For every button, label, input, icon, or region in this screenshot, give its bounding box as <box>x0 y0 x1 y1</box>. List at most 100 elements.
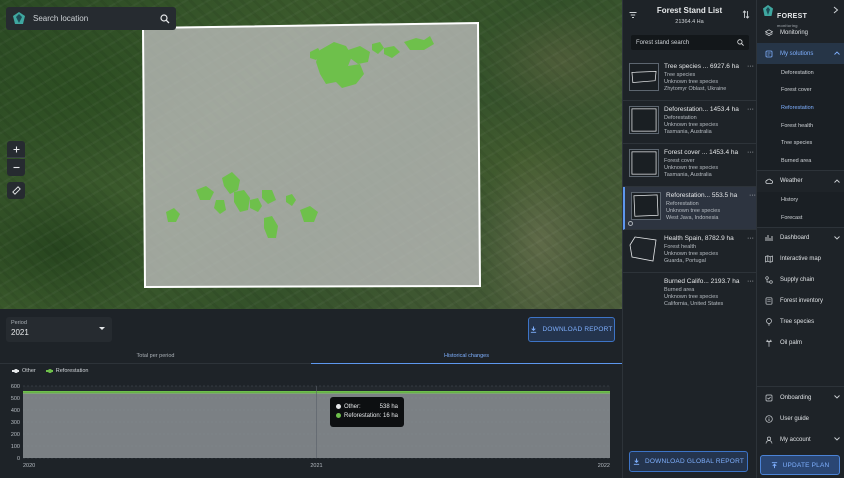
cloud-icon <box>765 178 773 184</box>
stand-species: Unknown tree species <box>666 208 721 215</box>
forest-stand-polygon[interactable] <box>0 0 622 309</box>
stand-item[interactable]: Deforestation... 1453.4 ha ··· Deforestat… <box>623 101 757 144</box>
nav-item-interactive-map[interactable]: Interactive map <box>757 249 844 270</box>
more-options-icon[interactable]: ··· <box>744 149 754 156</box>
y-tick-label: 500 <box>11 396 20 402</box>
stand-location: California, United States <box>664 301 724 308</box>
nav-subitem-forest-health[interactable]: Forest health <box>757 116 844 135</box>
nav-subitem-reforestation[interactable]: Reforestation <box>757 99 844 117</box>
nav-item-monitoring[interactable]: Monitoring <box>757 22 844 43</box>
stand-type: Tree species <box>664 72 696 78</box>
user-icon <box>765 436 773 444</box>
stand-thumbnail <box>629 278 659 306</box>
stand-info: Forest cover ... 1453.4 ha ··· Forest cov… <box>664 149 754 180</box>
period-value: 2021 <box>11 328 29 337</box>
nav-label-tree-species: Tree species <box>780 319 815 326</box>
stand-location: Zhytomyr Oblast, Ukraine <box>664 86 727 93</box>
legend-item-other[interactable]: Other <box>12 368 36 374</box>
measure-button[interactable] <box>7 182 25 199</box>
search-icon[interactable] <box>737 39 744 46</box>
nav-subitem-deforestation[interactable]: Deforestation <box>757 64 844 82</box>
caret-down-icon <box>99 327 105 330</box>
stand-search-input[interactable]: Forest stand search <box>636 40 737 46</box>
brand-wordmark: FOREST <box>777 13 808 20</box>
chart-legend: Other Reforestation <box>12 368 88 374</box>
nav-label-forest-inventory: Forest inventory <box>780 298 824 305</box>
more-options-icon[interactable]: ··· <box>744 278 754 285</box>
nav-item-my-account[interactable]: My account <box>757 429 844 450</box>
nav-item-weather[interactable]: Weather <box>757 171 844 192</box>
stand-item[interactable]: Health Spain, 8782.9 ha ··· Forest health… <box>623 230 757 273</box>
update-plan-label: UPDATE PLAN <box>782 461 830 469</box>
app-sidebar: FOREST monitoring Monitoring My solution… <box>756 0 844 478</box>
nav-label-my-account: My account <box>780 436 811 443</box>
location-search-input[interactable]: Search location <box>33 14 160 23</box>
search-icon[interactable] <box>160 13 170 24</box>
satellite-map[interactable]: Search location <box>0 0 622 309</box>
stand-species: Unknown tree species <box>664 294 719 301</box>
more-options-icon[interactable]: ··· <box>744 106 754 113</box>
nav-item-oil-palm[interactable]: Oil palm <box>757 333 844 354</box>
nav-item-user-guide[interactable]: User guide <box>757 408 844 429</box>
location-search-box[interactable]: Search location <box>6 7 176 30</box>
nav-item-my-solutions[interactable]: My solutions <box>757 43 844 64</box>
stand-search-box[interactable]: Forest stand search <box>631 35 749 50</box>
onboarding-icon <box>765 394 773 401</box>
nav-item-supply-chain[interactable]: Supply chain <box>757 270 844 291</box>
nav-item-onboarding[interactable]: Onboarding <box>757 387 844 408</box>
tooltip-dot-reforestation <box>336 413 341 418</box>
stand-item[interactable]: Tree species ... 6927.6 ha ··· Tree speci… <box>623 58 757 101</box>
nav-label-user-guide: User guide <box>780 415 810 422</box>
sort-icon[interactable] <box>742 10 750 19</box>
nav-label-interactive-map: Interactive map <box>780 256 822 263</box>
stand-location: Tasmania, Australia <box>664 172 712 179</box>
nav-subitem-forest-cover[interactable]: Forest cover <box>757 81 844 100</box>
x-tick-label: 2021 <box>310 463 322 469</box>
stand-name: Tree species ... 6927.6 ha <box>664 63 739 70</box>
upload-icon <box>771 461 777 468</box>
stand-list-title: Forest Stand List <box>656 6 723 15</box>
download-global-report-button[interactable]: DOWNLOAD GLOBAL REPORT <box>629 451 748 472</box>
zoom-out-button[interactable] <box>7 159 25 176</box>
stand-name: Deforestation... 1453.4 ha <box>664 106 739 113</box>
stand-item-selected[interactable]: Reforestation... 553.5 ha ··· Reforestati… <box>623 187 757 230</box>
zoom-in-button[interactable] <box>7 141 25 158</box>
dashboard-icon <box>765 235 773 242</box>
stand-item[interactable]: Forest cover ... 1453.4 ha ··· Forest cov… <box>623 144 757 187</box>
stand-info: Health Spain, 8782.9 ha ··· Forest health… <box>664 235 754 266</box>
stand-name-row: Burned Califo... 2193.7 ha ··· <box>664 278 754 287</box>
nav-subitem-tree-species[interactable]: Tree species <box>757 134 844 152</box>
stand-name-row: Reforestation... 553.5 ha ··· <box>666 192 756 201</box>
nav-subitem-history[interactable]: History <box>757 191 844 210</box>
nav-item-tree-species[interactable]: Tree species <box>757 312 844 333</box>
collapse-sidebar-icon[interactable] <box>833 6 839 14</box>
supply-chain-icon <box>765 276 773 284</box>
nav-item-forest-inventory[interactable]: Forest inventory <box>757 291 844 312</box>
tab-total-per-period[interactable]: Total per period <box>0 349 311 364</box>
download-report-button[interactable]: DOWNLOAD REPORT <box>528 317 615 342</box>
nav-subitem-burned-area[interactable]: Burned area <box>757 151 844 170</box>
stand-location: West Java, Indonesia <box>666 215 719 222</box>
legend-swatch-reforestation <box>45 368 53 373</box>
tooltip-dot-other <box>336 404 341 409</box>
historical-area-chart[interactable]: 0 100 200 300 400 500 600 2020 2021 2022 <box>0 379 622 478</box>
stand-item[interactable]: Burned Califo... 2193.7 ha ··· Burned are… <box>623 273 757 316</box>
nav-item-dashboard[interactable]: Dashboard <box>757 228 844 249</box>
chart-tabs: Total per period Historical changes <box>0 349 622 364</box>
x-tick-label: 2022 <box>598 463 610 469</box>
chevron-down-icon <box>834 395 840 399</box>
tooltip-label-reforestation: Reforestation: <box>344 412 382 419</box>
update-plan-button[interactable]: UPDATE PLAN <box>760 455 840 475</box>
legend-item-reforestation[interactable]: Reforestation <box>45 368 88 374</box>
more-options-icon[interactable]: ··· <box>746 192 756 199</box>
more-options-icon[interactable]: ··· <box>744 235 754 242</box>
nav-subitem-forecast[interactable]: Forecast <box>757 209 844 227</box>
period-select[interactable]: Period 2021 <box>6 317 112 342</box>
tab-historical-changes[interactable]: Historical changes <box>311 349 622 364</box>
download-report-label: DOWNLOAD REPORT <box>542 326 613 333</box>
stand-type: Reforestation <box>666 201 699 207</box>
stand-name-row: Forest cover ... 1453.4 ha ··· <box>664 149 754 158</box>
stand-name-row: Deforestation... 1453.4 ha ··· <box>664 106 754 115</box>
filter-icon[interactable] <box>629 11 637 19</box>
more-options-icon[interactable]: ··· <box>744 63 754 70</box>
